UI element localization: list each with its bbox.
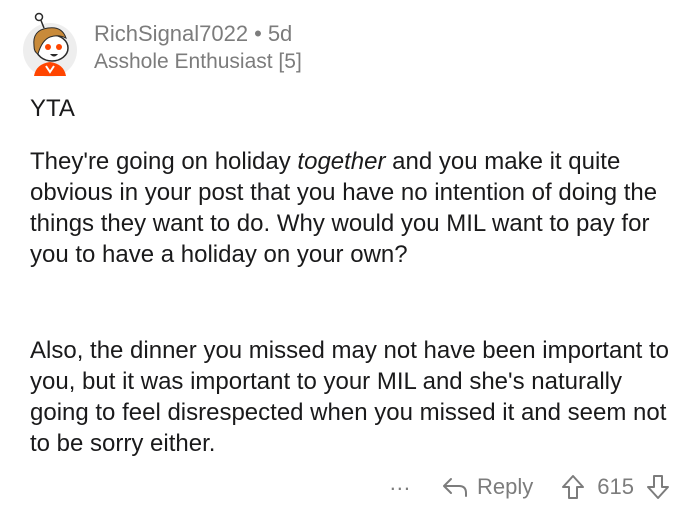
paragraph-1-text-before: They're going on holiday — [30, 148, 298, 175]
reply-label: Reply — [477, 474, 534, 499]
reply-arrow-icon — [443, 478, 468, 497]
user-flair: Asshole Enthusiast [5] — [94, 50, 302, 73]
comment-action-bar: ... Reply 615 — [390, 470, 670, 504]
reply-button[interactable]: Reply — [441, 474, 533, 500]
separator-dot: • — [254, 21, 262, 46]
paragraph-1-emphasis: together — [297, 148, 386, 175]
upvote-arrow-icon[interactable] — [561, 474, 585, 500]
vote-score: 615 — [597, 474, 634, 499]
vote-controls: 615 — [561, 474, 670, 500]
more-options-button[interactable]: ... — [390, 472, 411, 494]
comment-paragraph-2: Also, the dinner you missed may not have… — [30, 337, 670, 457]
avatar[interactable] — [20, 10, 80, 80]
comment-age[interactable]: 5d — [268, 21, 292, 46]
comment-paragraph-1: They're going on holiday together and yo… — [30, 146, 680, 270]
comment-header: RichSignal7022 • 5d — [94, 20, 292, 48]
comment-verdict: YTA — [30, 95, 75, 122]
username-link[interactable]: RichSignal7022 — [94, 21, 248, 46]
downvote-arrow-icon[interactable] — [646, 474, 670, 500]
snoo-avatar-icon — [23, 12, 77, 77]
